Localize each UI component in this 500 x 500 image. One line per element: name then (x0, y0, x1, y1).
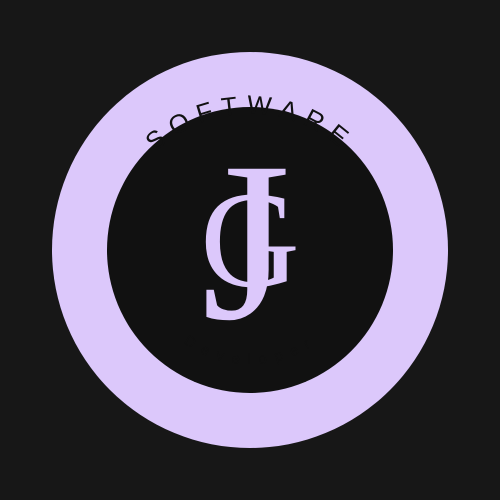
circular-badge-logo: SOFTWARE G J Developer (52, 52, 448, 448)
monogram-letter-j: J (202, 116, 291, 368)
monogram: G J (200, 116, 300, 368)
logo-canvas: SOFTWARE G J Developer (0, 0, 500, 500)
